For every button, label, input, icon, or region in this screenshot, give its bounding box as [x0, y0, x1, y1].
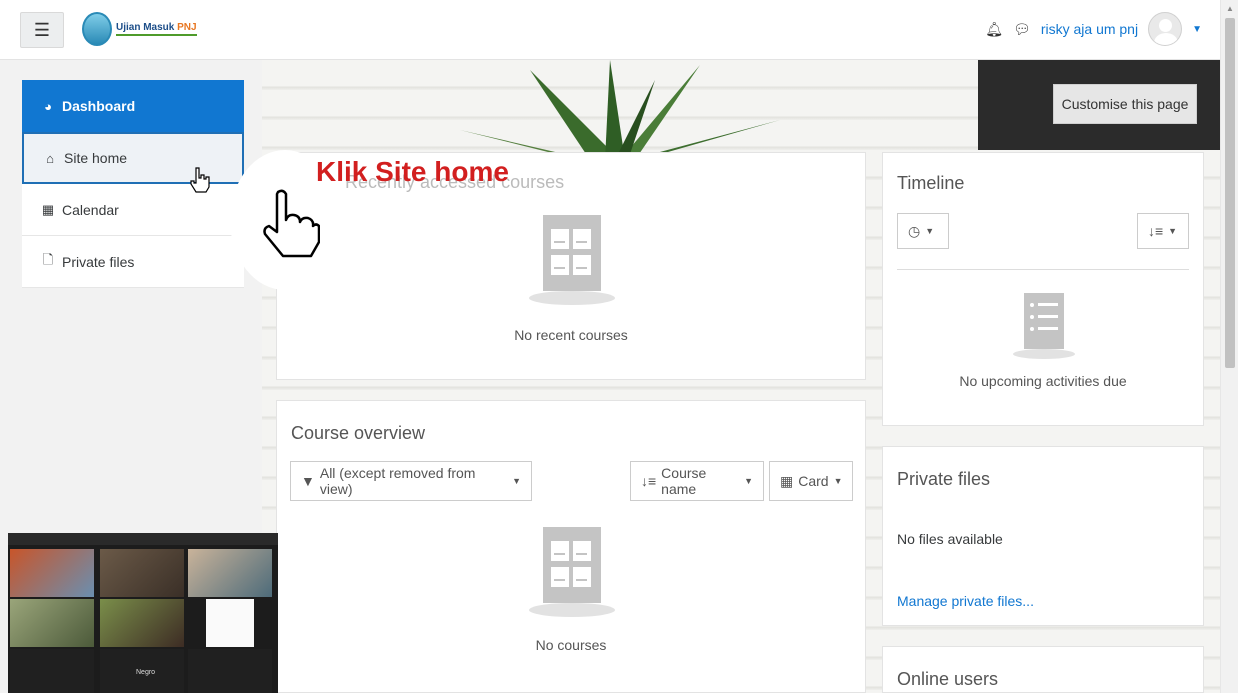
username[interactable]: risky aja um pnj — [1041, 21, 1138, 37]
sidebar-item-label: Private files — [62, 253, 135, 270]
file-icon: 🗋︎ — [42, 251, 54, 267]
private-files-title: Private files — [897, 469, 991, 489]
sidebar-item-dashboard[interactable]: ◕ Dashboard — [22, 80, 244, 132]
home-icon: ⌂ — [46, 150, 54, 166]
participant-video — [100, 549, 184, 597]
course-sort-dropdown[interactable]: ↓≡ Course name ▼ — [630, 461, 764, 501]
clock-icon: ◷ — [908, 222, 921, 239]
courses-empty-icon — [529, 215, 615, 305]
private-files-block: Private files No files available Manage … — [882, 446, 1204, 626]
private-files-empty-text: No files available — [897, 531, 1003, 547]
user-area: 🔔︎ 💬︎ risky aja um pnj ▼ — [985, 12, 1202, 46]
customise-page-button[interactable]: Customise this page — [1053, 84, 1197, 124]
courses-empty-icon — [529, 527, 615, 617]
activities-empty-icon — [1013, 293, 1075, 359]
dashboard-icon: ◕ — [44, 98, 52, 114]
logo-text-main: Ujian Masuk — [116, 22, 175, 33]
avatar[interactable] — [1148, 12, 1183, 46]
hamburger-icon: ☰ — [33, 19, 51, 40]
grid-icon: ▦ — [780, 472, 794, 489]
participant-video — [10, 649, 94, 693]
video-call-overlay: Negro — [8, 533, 278, 693]
chevron-down-icon: ▼ — [512, 476, 521, 486]
logo-emblem-icon — [82, 12, 112, 46]
online-users-block: Online users — [882, 646, 1204, 693]
course-view-dropdown[interactable]: ▦ Card ▼ — [769, 461, 853, 501]
filter-label: All (except removed from view) — [319, 465, 476, 497]
menu-toggle-button[interactable]: ☰ — [20, 12, 64, 48]
annotation-instruction: Klik Site home — [316, 156, 509, 187]
participant-name: Negro — [136, 669, 156, 676]
mouse-pointer-hand-icon — [190, 167, 210, 193]
participant-video: Negro — [100, 649, 184, 693]
sidebar-item-label: Calendar — [62, 201, 119, 218]
manage-private-files-link[interactable]: Manage private files... — [897, 593, 1034, 609]
page-scrollbar[interactable]: ▲ — [1220, 0, 1238, 693]
chevron-down-icon: ▼ — [925, 226, 935, 236]
pointing-hand-icon — [263, 189, 320, 258]
sort-icon: ↓≡ — [1148, 223, 1164, 239]
logo-text: Ujian Masuk PNJ — [116, 22, 197, 36]
sidebar-item-label: Dashboard — [62, 98, 136, 114]
course-filter-dropdown[interactable]: ▼ All (except removed from view) ▼ — [290, 461, 532, 501]
timeline-divider — [897, 269, 1189, 270]
timeline-block: Timeline ◷ ▼ ↓≡ ▼ No upcoming activities… — [882, 152, 1204, 426]
sidebar-item-label: Site home — [64, 150, 128, 166]
course-overview-block: Course overview ▼ All (except removed fr… — [276, 400, 866, 693]
sort-icon: ↓≡ — [641, 473, 657, 489]
scrollbar-thumb[interactable] — [1225, 18, 1235, 368]
chevron-down-icon: ▼ — [1168, 226, 1178, 236]
site-logo[interactable]: Ujian Masuk PNJ — [82, 12, 197, 46]
recent-courses-empty-text: No recent courses — [514, 327, 628, 343]
participant-video — [206, 599, 254, 647]
online-users-title: Online users — [897, 669, 999, 689]
logo-text-accent: PNJ — [177, 22, 197, 33]
timeline-sort-filter[interactable]: ↓≡ ▼ — [1137, 213, 1189, 249]
participant-video — [188, 549, 272, 597]
chevron-down-icon: ▼ — [744, 476, 753, 486]
top-navbar: ☰ Ujian Masuk PNJ 🔔︎ 💬︎ risky aja um pnj… — [0, 0, 1220, 60]
message-icon[interactable]: 💬︎ — [1013, 21, 1031, 38]
participant-video — [100, 599, 184, 647]
timeline-title: Timeline — [897, 173, 965, 193]
participant-video — [10, 599, 94, 647]
participant-video — [10, 549, 94, 597]
timeline-empty-text: No upcoming activities due — [959, 373, 1127, 389]
filter-icon: ▼ — [301, 473, 315, 489]
course-overview-title: Course overview — [291, 423, 426, 443]
video-call-toolbar — [8, 533, 278, 545]
sort-label: Course name — [661, 465, 707, 497]
calendar-icon: ▦ — [41, 201, 55, 217]
participant-video — [188, 649, 272, 693]
user-menu-chevron-down-icon[interactable]: ▼ — [1192, 24, 1202, 35]
course-overview-empty-text: No courses — [535, 637, 607, 653]
timeline-day-filter[interactable]: ◷ ▼ — [897, 213, 949, 249]
chevron-down-icon: ▼ — [833, 476, 843, 486]
scroll-up-arrow-icon[interactable]: ▲ — [1226, 4, 1234, 13]
bell-icon[interactable]: 🔔︎ — [985, 21, 1003, 38]
plant-decoration — [460, 60, 780, 160]
sidebar-item-private-files[interactable]: 🗋︎ Private files — [22, 236, 244, 288]
view-label: Card — [798, 473, 829, 489]
